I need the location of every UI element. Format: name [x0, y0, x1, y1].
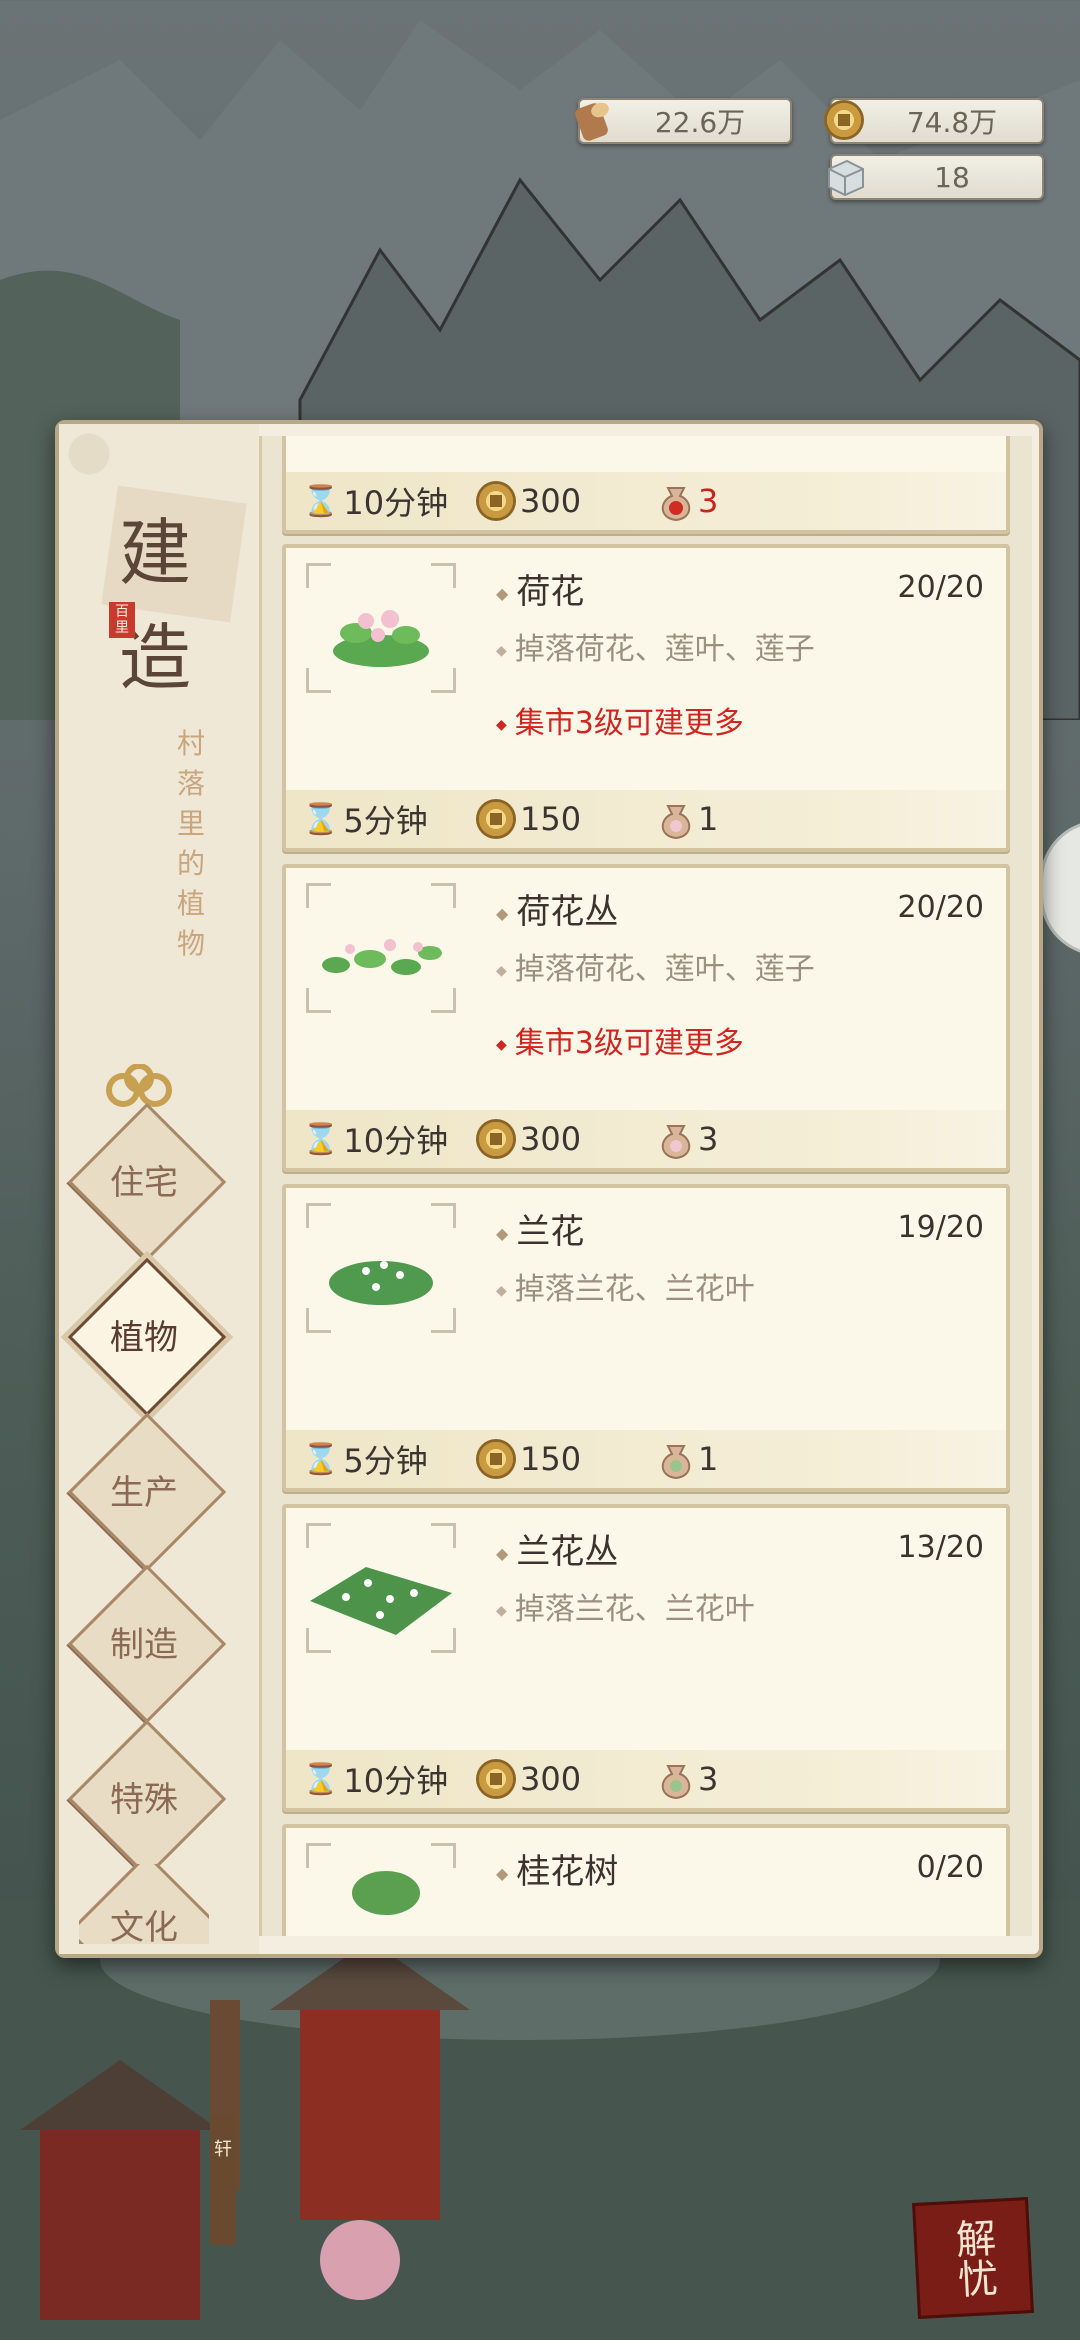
hourglass-icon: ⌛ [302, 1441, 340, 1477]
osmanthus-image [306, 1843, 456, 1936]
panel-title-text: 建造 [119, 511, 194, 700]
coin-value: 74.8万 [906, 106, 998, 139]
building-card-osmanthus[interactable]: 桂花树 0/20 [282, 1824, 1010, 1936]
panel-title: 建造 百里 [99, 464, 259, 700]
build-panel: 建造 百里 村 落 里 的 植 物 住宅 植物 生产 制造 特殊 文化 ⌛ 10分… [55, 420, 1043, 1958]
wood-icon [566, 92, 622, 148]
hourglass-icon: ⌛ [302, 483, 340, 519]
copper-coin-icon [818, 92, 874, 148]
seed-sack-icon [661, 1125, 691, 1160]
category-sidebar: 建造 百里 村 落 里 的 植 物 住宅 植物 生产 制造 特殊 文化 [59, 424, 259, 1954]
hourglass-icon: ⌛ [302, 801, 340, 837]
building-list[interactable]: ⌛10分钟 300 3 荷花 20/20 掉落荷花、莲 [259, 436, 1032, 1936]
tab-housing[interactable]: 住宅 [67, 1102, 227, 1262]
orchid-cluster-image [306, 1523, 456, 1653]
building-card-orchid[interactable]: 兰花 19/20 掉落兰花、兰花叶 ⌛5分钟 150 1 [282, 1184, 1010, 1492]
wood-value: 22.6万 [654, 106, 746, 139]
seed-sack-icon [661, 1765, 691, 1800]
wood-counter[interactable]: 22.6万 [575, 98, 792, 144]
hourglass-icon: ⌛ [302, 1761, 340, 1797]
lotus-image [306, 563, 456, 693]
seed-sack-icon [661, 487, 691, 522]
map-sign[interactable]: 轩 [210, 2115, 236, 2245]
tab-production[interactable]: 生产 [67, 1412, 227, 1572]
side-pull-tab[interactable] [1040, 820, 1080, 956]
stone-counter[interactable]: 18 [828, 154, 1044, 200]
lotus-cluster-image [306, 883, 456, 1013]
building-card-lotus-cluster[interactable]: 荷花丛 20/20 掉落荷花、莲叶、莲子 集市3级可建更多 ⌛10分钟 300 … [282, 864, 1010, 1172]
coin-counter[interactable]: 74.8万 [824, 98, 1044, 144]
seed-sack-icon [661, 1445, 691, 1480]
seed-sack-icon [661, 805, 691, 840]
copper-coin-icon [476, 799, 516, 839]
title-stamp: 百里 [109, 602, 135, 638]
stone-icon [818, 148, 874, 204]
orchid-image [306, 1203, 456, 1333]
copper-coin-icon [476, 481, 516, 521]
panel-subtitle: 村 落 里 的 植 物 [176, 727, 205, 960]
jieyou-button[interactable]: 解忧 [912, 2197, 1034, 2319]
stone-value: 18 [934, 160, 970, 194]
hourglass-icon: ⌛ [302, 1121, 340, 1157]
tab-crafting[interactable]: 制造 [67, 1564, 227, 1724]
tab-plants[interactable]: 植物 [67, 1257, 227, 1417]
building-card[interactable]: ⌛ 10分钟 300 3 [282, 436, 1010, 534]
building-card-lotus[interactable]: 荷花 20/20 掉落荷花、莲叶、莲子 集市3级可建更多 ⌛5分钟 150 1 [282, 544, 1010, 852]
copper-coin-icon [476, 1439, 516, 1479]
building-card-orchid-cluster[interactable]: 兰花丛 13/20 掉落兰花、兰花叶 ⌛10分钟 300 3 [282, 1504, 1010, 1812]
tab-special[interactable]: 特殊 [67, 1719, 227, 1879]
copper-coin-icon [476, 1119, 516, 1159]
copper-coin-icon [476, 1759, 516, 1799]
tab-culture[interactable]: 文化 [79, 1864, 209, 1944]
